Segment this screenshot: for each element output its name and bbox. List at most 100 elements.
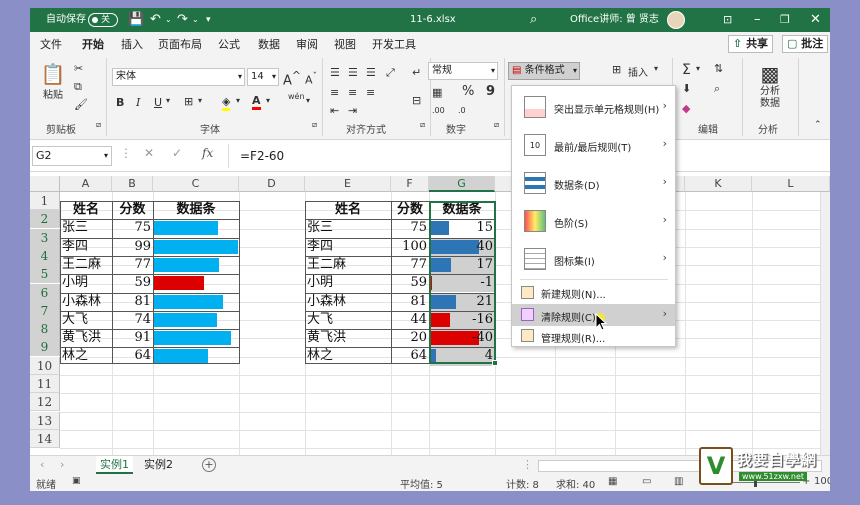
row-header[interactable]: 10 (30, 356, 60, 375)
table2-diff-cell[interactable]: 17 (429, 256, 495, 274)
align-bottom-icon[interactable]: ☰ (366, 66, 376, 79)
table2-name-cell[interactable]: 小森林 (307, 293, 391, 311)
clear-icon[interactable]: ◆ (682, 102, 690, 115)
fill-dropdown-icon[interactable]: ▾ (236, 96, 240, 105)
find-select-icon[interactable]: ⌕ (714, 82, 720, 96)
table1-score-cell[interactable]: 99 (112, 238, 153, 256)
collapse-ribbon-icon[interactable]: ⌃ (814, 120, 822, 130)
close-icon[interactable]: ✕ (810, 8, 821, 32)
redo-dropdown-icon[interactable]: ⌄ (192, 8, 199, 32)
search-icon[interactable]: ⌕ (530, 8, 537, 32)
phonetic-icon[interactable]: wén (288, 92, 305, 101)
col-header-c[interactable]: C (153, 176, 239, 192)
table2-name-cell[interactable]: 王二麻 (307, 256, 391, 274)
table2-diff-cell[interactable]: -40 (429, 329, 495, 347)
menu-item-top-bottom-rules[interactable]: 10 最前/最后规则(T) › (512, 126, 675, 164)
autosave-toggle[interactable]: 关 (88, 13, 118, 27)
menu-item-new-rule[interactable]: 新建规则(N)... (512, 282, 675, 303)
table1-score-cell[interactable]: 64 (112, 347, 153, 365)
fill-icon[interactable]: ⬇ (682, 82, 691, 95)
insert-dropdown-icon[interactable]: ▾ (654, 64, 658, 73)
table2-score-cell[interactable]: 64 (391, 347, 429, 365)
row-header[interactable]: 7 (30, 301, 60, 320)
wrap-text-icon[interactable]: ↵ (412, 66, 421, 79)
menu-item-manage-rules[interactable]: 管理规则(R)... (512, 326, 675, 347)
indent-increase-icon[interactable]: ⇥ (348, 104, 357, 117)
row-header[interactable]: 6 (30, 283, 60, 302)
table2-name-cell[interactable]: 黄飞洪 (307, 329, 391, 347)
accounting-format-icon[interactable]: ▦ (432, 86, 442, 99)
formula-input[interactable]: =F2-60 (240, 146, 284, 166)
save-icon[interactable]: 💾 (128, 8, 144, 32)
insert-cells-label[interactable]: 插入 (628, 64, 648, 79)
insert-function-icon[interactable]: fx (202, 146, 213, 160)
table1-name-cell[interactable]: 小森林 (62, 293, 112, 311)
table1-name-cell[interactable]: 林之 (62, 347, 112, 365)
percent-icon[interactable]: % (462, 84, 474, 99)
minimize-icon[interactable]: – (754, 8, 761, 32)
normal-view-icon[interactable]: ▦ (608, 476, 617, 487)
col-header-f[interactable]: F (391, 176, 429, 192)
table2-name-cell[interactable]: 小明 (307, 274, 391, 292)
name-box[interactable]: G2 ▾ (32, 146, 112, 166)
user-avatar[interactable] (667, 11, 685, 29)
col-header-b[interactable]: B (112, 176, 153, 192)
add-sheet-button[interactable]: + (202, 458, 216, 472)
merge-center-icon[interactable]: ⊟ (412, 94, 421, 107)
vertical-scrollbar[interactable] (820, 192, 830, 455)
table1-name-cell[interactable]: 张三 (62, 219, 112, 237)
sheet-tab-1[interactable]: 实例1 (96, 456, 133, 474)
row-header[interactable]: 8 (30, 320, 60, 339)
increase-decimal-icon[interactable]: .00 (432, 106, 445, 115)
undo-icon[interactable]: ↶ (150, 8, 161, 32)
align-top-icon[interactable]: ☰ (330, 66, 340, 79)
table2-diff-cell[interactable]: -1 (429, 274, 495, 292)
table2-name-cell[interactable]: 李四 (307, 238, 391, 256)
col-header-g[interactable]: G (429, 176, 495, 192)
table2-diff-cell[interactable]: 15 (429, 219, 495, 237)
select-all-corner[interactable] (30, 176, 60, 192)
table2-diff-cell[interactable]: 21 (429, 293, 495, 311)
autosum-dropdown-icon[interactable]: ▾ (696, 64, 700, 73)
row-header[interactable]: 12 (30, 393, 60, 412)
menu-item-color-scales[interactable]: 色阶(S) › (512, 202, 675, 240)
table1-header-name[interactable]: 姓名 (60, 201, 112, 219)
table1-header-bar[interactable]: 数据条 (153, 201, 239, 219)
orientation-icon[interactable]: ⤢ (386, 66, 395, 80)
page-break-view-icon[interactable]: ▥ (674, 476, 683, 487)
copy-icon[interactable]: ⧉ (74, 80, 82, 94)
row-header[interactable]: 2 (30, 210, 60, 229)
clipboard-launcher-icon[interactable]: ⧄ (96, 120, 101, 130)
table2-score-cell[interactable]: 100 (391, 238, 429, 256)
sort-filter-icon[interactable]: ⇅ (714, 62, 723, 75)
table2-name-cell[interactable]: 林之 (307, 347, 391, 365)
conditional-format-button[interactable]: ▤ 条件格式 ▾ (508, 62, 580, 80)
decrease-font-icon[interactable]: Aˇ (305, 71, 317, 87)
prev-sheet-icon[interactable]: ‹ (40, 458, 44, 471)
table2-name-cell[interactable]: 张三 (307, 219, 391, 237)
comma-style-icon[interactable]: 9 (486, 84, 495, 99)
table1-score-cell[interactable]: 77 (112, 256, 153, 274)
drag-handle-icon[interactable]: ⋮ (120, 146, 132, 160)
font-color-dropdown-icon[interactable]: ▾ (266, 96, 270, 105)
table1-score-cell[interactable]: 91 (112, 329, 153, 347)
table1-name-cell[interactable]: 黄飞洪 (62, 329, 112, 347)
tab-file[interactable]: 文件 (40, 36, 62, 52)
tab-split-handle[interactable]: ⋮ (522, 458, 533, 471)
row-header[interactable]: 14 (30, 429, 60, 448)
row-header[interactable]: 9 (30, 338, 60, 357)
macro-record-icon[interactable]: ▣ (72, 476, 81, 486)
table1-score-cell[interactable]: 75 (112, 219, 153, 237)
number-launcher-icon[interactable]: ⧄ (494, 120, 499, 130)
ribbon-display-icon[interactable]: ⊡ (723, 8, 732, 32)
worksheet[interactable]: A B C D E F G H I J K L 1234567891011121… (30, 172, 830, 455)
cut-icon[interactable]: ✂ (74, 62, 83, 75)
row-header[interactable]: 1 (30, 192, 60, 210)
table2-score-cell[interactable]: 77 (391, 256, 429, 274)
font-size-combo[interactable]: 14 ▾ (247, 68, 279, 86)
tab-developer[interactable]: 开发工具 (372, 36, 416, 52)
tab-page-layout[interactable]: 页面布局 (158, 36, 202, 52)
table1-score-cell[interactable]: 59 (112, 274, 153, 292)
table2-score-cell[interactable]: 20 (391, 329, 429, 347)
menu-item-clear-rules[interactable]: 清除规则(C) › (512, 304, 675, 326)
